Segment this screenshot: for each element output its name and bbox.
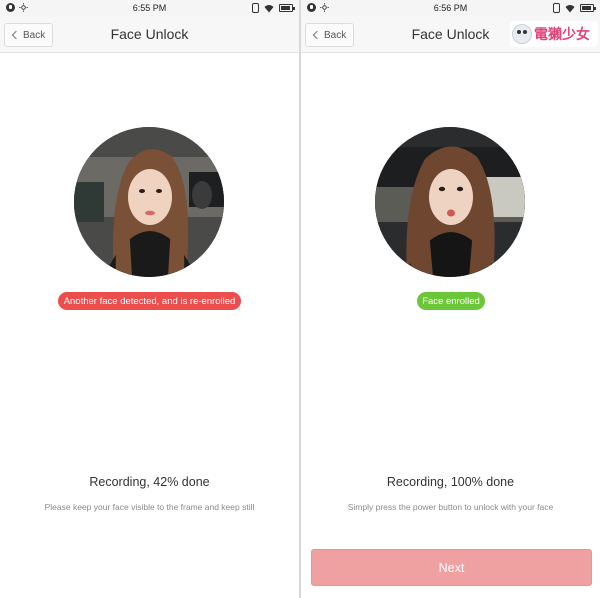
right-screen: 6:56 PM Back Face Unlock 電獺少女 Face enrol… bbox=[301, 0, 600, 598]
otter-logo-icon bbox=[512, 24, 532, 44]
back-button[interactable]: Back bbox=[4, 23, 54, 47]
back-label: Back bbox=[23, 29, 46, 41]
status-left-icons bbox=[6, 3, 28, 12]
page-title: Face Unlock bbox=[110, 26, 189, 42]
brightness-icon bbox=[19, 3, 28, 12]
page-title: Face Unlock bbox=[411, 26, 490, 42]
face-preview-image bbox=[375, 127, 525, 277]
notification-dot-icon bbox=[6, 3, 15, 12]
status-badge: Face enrolled bbox=[417, 292, 485, 310]
left-screen: 6:55 PM Back Face Unlock Another face de… bbox=[0, 0, 299, 598]
battery-icon bbox=[580, 4, 596, 12]
screenshot-stage: 6:55 PM Back Face Unlock Another face de… bbox=[0, 0, 600, 598]
watermark-logo: 電獺少女 bbox=[510, 21, 598, 47]
face-preview bbox=[74, 127, 224, 277]
chevron-left-icon bbox=[11, 30, 21, 40]
notification-dot-icon bbox=[307, 3, 316, 12]
instruction-text: Please keep your face visible to the fra… bbox=[44, 502, 255, 512]
status-left-icons bbox=[307, 3, 329, 12]
progress-title: Recording, 42% done bbox=[89, 475, 210, 489]
face-preview bbox=[375, 127, 525, 277]
vibrate-icon bbox=[252, 3, 259, 13]
back-label: Back bbox=[324, 29, 347, 41]
wifi-icon bbox=[565, 4, 575, 13]
status-bar: 6:56 PM bbox=[301, 0, 600, 16]
status-bar: 6:55 PM bbox=[0, 0, 299, 16]
wifi-icon bbox=[264, 4, 274, 13]
vibrate-icon bbox=[553, 3, 560, 13]
watermark-text: 電獺少女 bbox=[534, 26, 590, 42]
brightness-icon bbox=[320, 3, 329, 12]
instruction-text: Simply press the power button to unlock … bbox=[347, 502, 554, 512]
progress-title: Recording, 100% done bbox=[386, 475, 515, 489]
nav-bar: Back Face Unlock bbox=[0, 16, 299, 53]
status-right-icons bbox=[553, 3, 596, 13]
battery-icon bbox=[279, 4, 295, 12]
nav-bar: Back Face Unlock 電獺少女 bbox=[301, 16, 600, 53]
status-right-icons bbox=[252, 3, 295, 13]
face-preview-image bbox=[74, 127, 224, 277]
next-button[interactable]: Next bbox=[311, 549, 592, 586]
chevron-left-icon bbox=[312, 30, 322, 40]
status-time: 6:55 PM bbox=[132, 3, 167, 13]
status-badge: Another face detected, and is re-enrolle… bbox=[58, 292, 241, 310]
back-button[interactable]: Back bbox=[305, 23, 355, 47]
status-time: 6:56 PM bbox=[433, 3, 468, 13]
